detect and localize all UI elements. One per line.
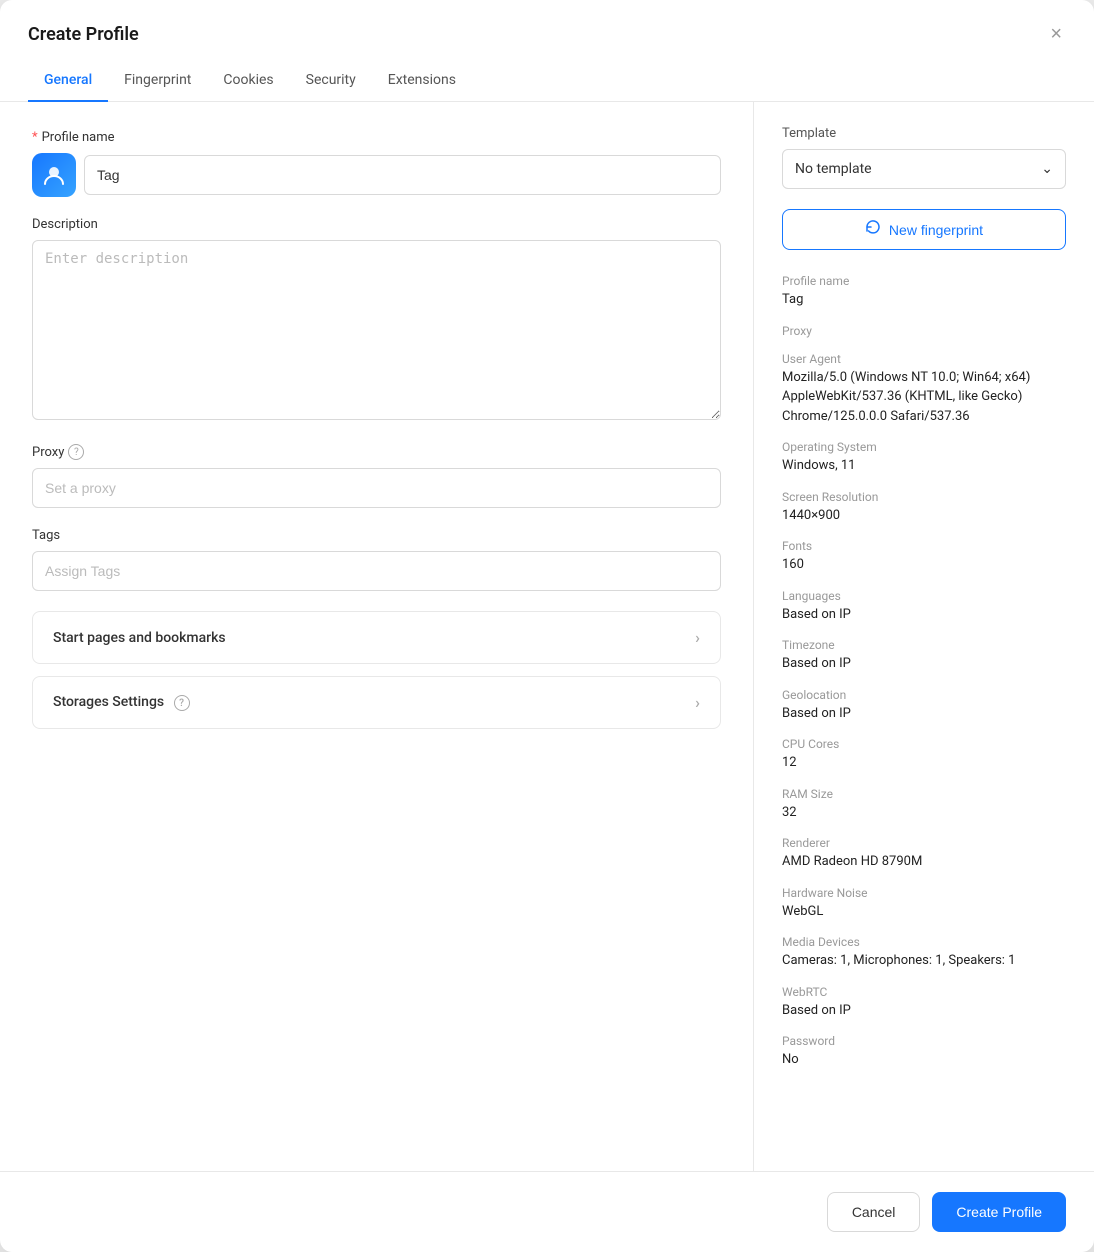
- template-label: Template: [782, 126, 1066, 141]
- info-os: Operating System Windows, 11: [782, 440, 1066, 476]
- info-fonts: Fonts 160: [782, 539, 1066, 575]
- description-group: Description: [32, 217, 721, 424]
- info-user-agent: User Agent Mozilla/5.0 (Windows NT 10.0;…: [782, 352, 1066, 427]
- start-pages-section: Start pages and bookmarks ›: [32, 611, 721, 664]
- info-hardware-noise: Hardware Noise WebGL: [782, 886, 1066, 922]
- info-ram: RAM Size 32: [782, 787, 1066, 823]
- profile-name-group: * Profile name: [32, 130, 721, 197]
- profile-name-row: [32, 153, 721, 197]
- storages-chevron-icon: ›: [695, 693, 700, 712]
- info-media-devices: Media Devices Cameras: 1, Microphones: 1…: [782, 935, 1066, 971]
- info-renderer: Renderer AMD Radeon HD 8790M: [782, 836, 1066, 872]
- tags-input[interactable]: [32, 551, 721, 591]
- cancel-button[interactable]: Cancel: [827, 1192, 921, 1232]
- tags-label: Tags: [32, 528, 721, 543]
- info-timezone: Timezone Based on IP: [782, 638, 1066, 674]
- storages-label-row: Storages Settings ?: [53, 694, 190, 712]
- info-geolocation: Geolocation Based on IP: [782, 688, 1066, 724]
- storages-header[interactable]: Storages Settings ? ›: [33, 677, 720, 728]
- template-group: Template No template ⌄: [782, 126, 1066, 189]
- fingerprint-refresh-icon: [865, 219, 881, 240]
- create-profile-button[interactable]: Create Profile: [932, 1192, 1066, 1232]
- profile-avatar-icon[interactable]: [32, 153, 76, 197]
- proxy-input[interactable]: [32, 468, 721, 508]
- description-label: Description: [32, 217, 721, 232]
- modal-body: * Profile name Description: [0, 102, 1094, 1171]
- tags-group: Tags: [32, 528, 721, 591]
- create-profile-modal: Create Profile × General Fingerprint Coo…: [0, 0, 1094, 1252]
- start-pages-header[interactable]: Start pages and bookmarks ›: [33, 612, 720, 663]
- template-chevron-icon: ⌄: [1041, 161, 1053, 177]
- storages-section: Storages Settings ? ›: [32, 676, 721, 729]
- new-fingerprint-button[interactable]: New fingerprint: [782, 209, 1066, 250]
- modal-title: Create Profile: [28, 24, 139, 45]
- storages-help-icon[interactable]: ?: [174, 695, 190, 711]
- close-button[interactable]: ×: [1046, 20, 1066, 48]
- tabs-bar: General Fingerprint Cookies Security Ext…: [0, 60, 1094, 102]
- info-screen: Screen Resolution 1440×900: [782, 490, 1066, 526]
- tab-fingerprint[interactable]: Fingerprint: [108, 60, 207, 102]
- modal-footer: Cancel Create Profile: [0, 1171, 1094, 1252]
- description-input[interactable]: [32, 240, 721, 420]
- info-profile-name: Profile name Tag: [782, 274, 1066, 310]
- start-pages-chevron-icon: ›: [695, 628, 700, 647]
- left-panel: * Profile name Description: [0, 102, 754, 1171]
- profile-name-label: * Profile name: [32, 130, 721, 145]
- proxy-help-icon[interactable]: ?: [68, 444, 84, 460]
- profile-name-input[interactable]: [84, 155, 721, 195]
- tab-extensions[interactable]: Extensions: [372, 60, 472, 102]
- tab-security[interactable]: Security: [290, 60, 372, 102]
- tab-general[interactable]: General: [28, 60, 108, 102]
- info-proxy: Proxy: [782, 324, 1066, 338]
- proxy-label-row: Proxy ?: [32, 444, 721, 460]
- modal-header: Create Profile ×: [0, 0, 1094, 48]
- info-webrtc: WebRTC Based on IP: [782, 985, 1066, 1021]
- required-star: *: [32, 130, 38, 145]
- info-cpu: CPU Cores 12: [782, 737, 1066, 773]
- right-panel: Template No template ⌄ New fingerprint: [754, 102, 1094, 1171]
- info-password: Password No: [782, 1034, 1066, 1070]
- tab-cookies[interactable]: Cookies: [207, 60, 289, 102]
- info-languages: Languages Based on IP: [782, 589, 1066, 625]
- proxy-group: Proxy ?: [32, 444, 721, 508]
- template-dropdown[interactable]: No template ⌄: [782, 149, 1066, 189]
